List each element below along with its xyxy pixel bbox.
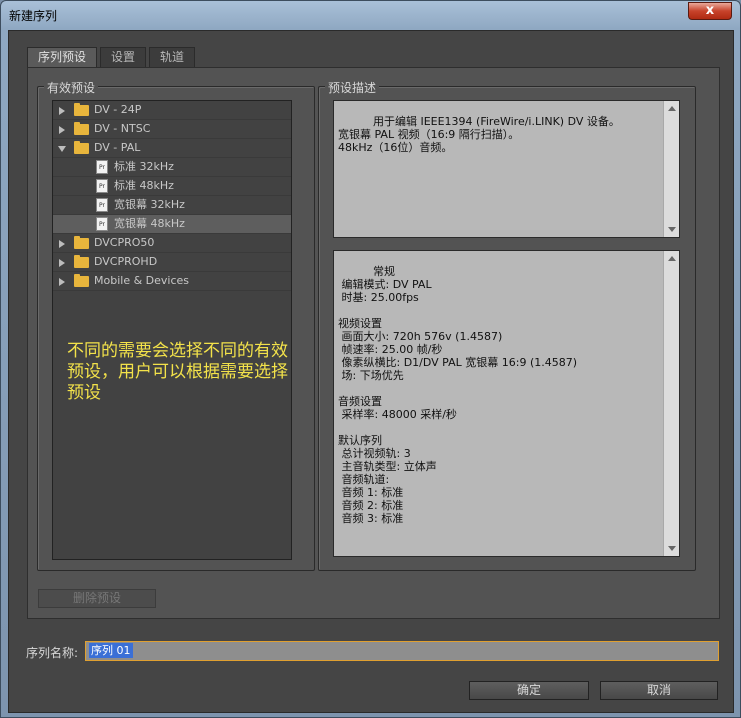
description-details-text: 常规 编辑模式: DV PAL 时基: 25.00fps 视频设置 画面大小: …: [338, 265, 578, 525]
expand-arrow-icon[interactable]: [59, 278, 65, 286]
folder-icon: [74, 103, 89, 116]
preset-description-group: 预设描述 用于编辑 IEEE1394 (FireWire/i.LINK) DV …: [318, 79, 696, 571]
tree-folder-dvcprohd[interactable]: DVCPROHD: [53, 253, 291, 272]
description-details-box[interactable]: 常规 编辑模式: DV PAL 时基: 25.00fps 视频设置 画面大小: …: [333, 250, 680, 557]
available-presets-title: 有效预设: [44, 79, 99, 96]
tab-sequence-presets[interactable]: 序列预设: [27, 47, 98, 67]
sequence-presets-panel: 有效预设 DV - 24P DV - NTSC DV - PAL Pr 标准 3…: [27, 67, 720, 619]
scroll-up-arrow-icon[interactable]: [668, 106, 676, 111]
sequence-name-value: 序列 01: [89, 643, 133, 658]
tree-preset-item-selected[interactable]: Pr 宽银幕 48kHz: [53, 215, 291, 234]
tree-preset-item[interactable]: Pr 宽银幕 32kHz: [53, 196, 291, 215]
collapse-arrow-icon[interactable]: [58, 146, 66, 152]
expand-arrow-icon[interactable]: [59, 107, 65, 115]
tab-settings[interactable]: 设置: [100, 47, 147, 67]
scroll-down-arrow-icon[interactable]: [668, 227, 676, 232]
ok-button[interactable]: 确定: [469, 681, 589, 700]
tree-preset-label: 宽银幕 32kHz: [114, 198, 185, 211]
tree-folder-label: DVCPROHD: [94, 255, 158, 268]
description-summary-box[interactable]: 用于编辑 IEEE1394 (FireWire/i.LINK) DV 设备。 宽…: [333, 100, 680, 238]
window-title: 新建序列: [9, 9, 58, 23]
folder-icon: [74, 274, 89, 287]
tree-preset-label: 标准 48kHz: [114, 179, 174, 192]
tree-preset-label: 标准 32kHz: [114, 160, 174, 173]
preset-file-icon: Pr: [96, 217, 108, 231]
tree-folder-dv-pal[interactable]: DV - PAL: [53, 139, 291, 158]
annotation-text: 不同的需要会选择不同的有效预设，用户可以根据需要选择预设: [67, 341, 288, 403]
tree-folder-dv-ntsc[interactable]: DV - NTSC: [53, 120, 291, 139]
preset-description-title: 预设描述: [325, 79, 380, 96]
tree-preset-label: 宽银幕 48kHz: [114, 217, 185, 230]
expand-arrow-icon[interactable]: [59, 126, 65, 134]
tree-folder-label: DVCPRO50: [94, 236, 155, 249]
title-bar[interactable]: 新建序列 x: [1, 1, 740, 29]
tree-folder-label: DV - NTSC: [94, 122, 151, 135]
folder-open-icon: [74, 141, 89, 154]
scroll-down-arrow-icon[interactable]: [668, 546, 676, 551]
expand-arrow-icon[interactable]: [59, 240, 65, 248]
tab-bar: 序列预设 设置 轨道: [27, 47, 198, 67]
delete-preset-button[interactable]: 删除预设: [38, 589, 156, 608]
tree-folder-dvcpro50[interactable]: DVCPRO50: [53, 234, 291, 253]
folder-icon: [74, 236, 89, 249]
description-scrollbar[interactable]: [663, 101, 679, 237]
folder-icon: [74, 255, 89, 268]
tree-folder-mobile-devices[interactable]: Mobile & Devices: [53, 272, 291, 291]
tree-folder-label: DV - 24P: [94, 103, 142, 116]
tree-folder-label: Mobile & Devices: [94, 274, 190, 287]
folder-icon: [74, 122, 89, 135]
tree-folder-label: DV - PAL: [94, 141, 141, 154]
expand-arrow-icon[interactable]: [59, 259, 65, 267]
dialog-body: 序列预设 设置 轨道 有效预设 DV - 24P DV - NTSC DV - …: [8, 30, 734, 713]
sequence-name-label: 序列名称:: [26, 646, 79, 660]
cancel-button[interactable]: 取消: [600, 681, 718, 700]
description-summary-text: 用于编辑 IEEE1394 (FireWire/i.LINK) DV 设备。 宽…: [338, 115, 620, 154]
close-button[interactable]: x: [688, 2, 732, 20]
preset-file-icon: Pr: [96, 160, 108, 174]
preset-file-icon: Pr: [96, 198, 108, 212]
available-presets-group: 有效预设 DV - 24P DV - NTSC DV - PAL Pr 标准 3…: [37, 79, 315, 571]
sequence-name-input[interactable]: 序列 01: [85, 641, 719, 661]
tab-tracks[interactable]: 轨道: [149, 47, 196, 67]
tree-preset-item[interactable]: Pr 标准 32kHz: [53, 158, 291, 177]
preset-file-icon: Pr: [96, 179, 108, 193]
dialog-window: 新建序列 x 序列预设 设置 轨道 有效预设 DV - 24P DV - NTS…: [0, 0, 741, 718]
preset-tree[interactable]: DV - 24P DV - NTSC DV - PAL Pr 标准 32kHz …: [52, 100, 292, 560]
tree-preset-item[interactable]: Pr 标准 48kHz: [53, 177, 291, 196]
tree-folder-dv-24p[interactable]: DV - 24P: [53, 101, 291, 120]
details-scrollbar[interactable]: [663, 251, 679, 556]
scroll-up-arrow-icon[interactable]: [668, 256, 676, 261]
